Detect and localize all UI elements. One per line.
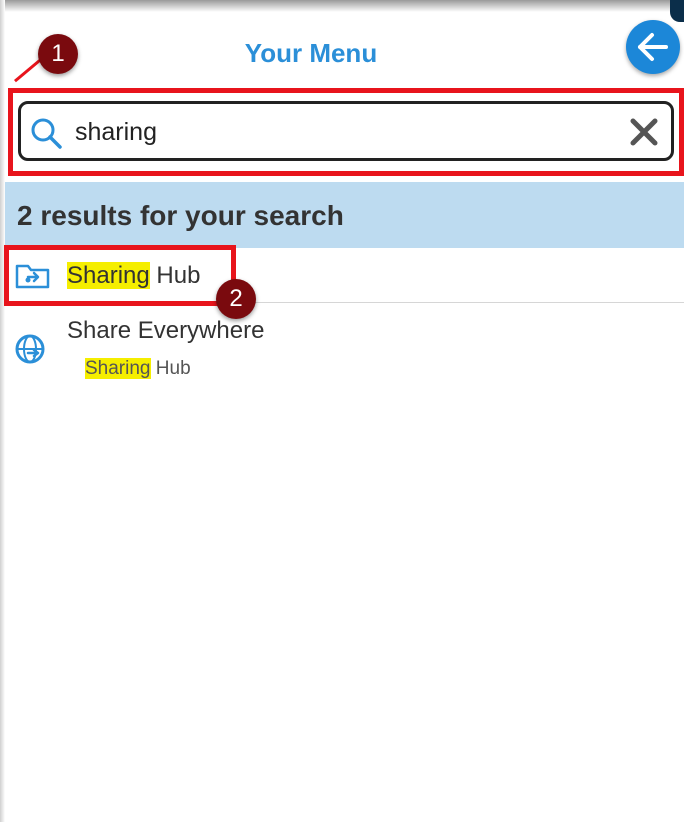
search-input[interactable] <box>73 112 617 152</box>
search-icon <box>31 118 62 149</box>
window-corner <box>670 0 684 22</box>
callout-box-result <box>4 245 236 306</box>
window-top-shadow <box>0 0 684 12</box>
close-icon[interactable] <box>629 117 659 147</box>
result-item-share-everywhere[interactable]: Share Everywhere Sharing Hub <box>5 312 684 392</box>
arrow-left-icon <box>638 33 668 61</box>
result-title: Share Everywhere <box>67 317 265 344</box>
result-path-rest: Hub <box>150 358 191 379</box>
window-left-edge <box>0 0 5 822</box>
globe-share-icon <box>15 334 45 364</box>
step-badge-1: 1 <box>38 34 78 74</box>
back-button[interactable] <box>626 20 680 74</box>
result-path: Sharing Hub <box>85 358 191 380</box>
search-field[interactable] <box>18 101 674 161</box>
search-highlight: Sharing <box>85 358 151 379</box>
page-title: Your Menu <box>244 38 378 68</box>
results-banner: 2 results for your search <box>5 182 684 248</box>
results-count: 2 results for your search <box>17 200 344 231</box>
